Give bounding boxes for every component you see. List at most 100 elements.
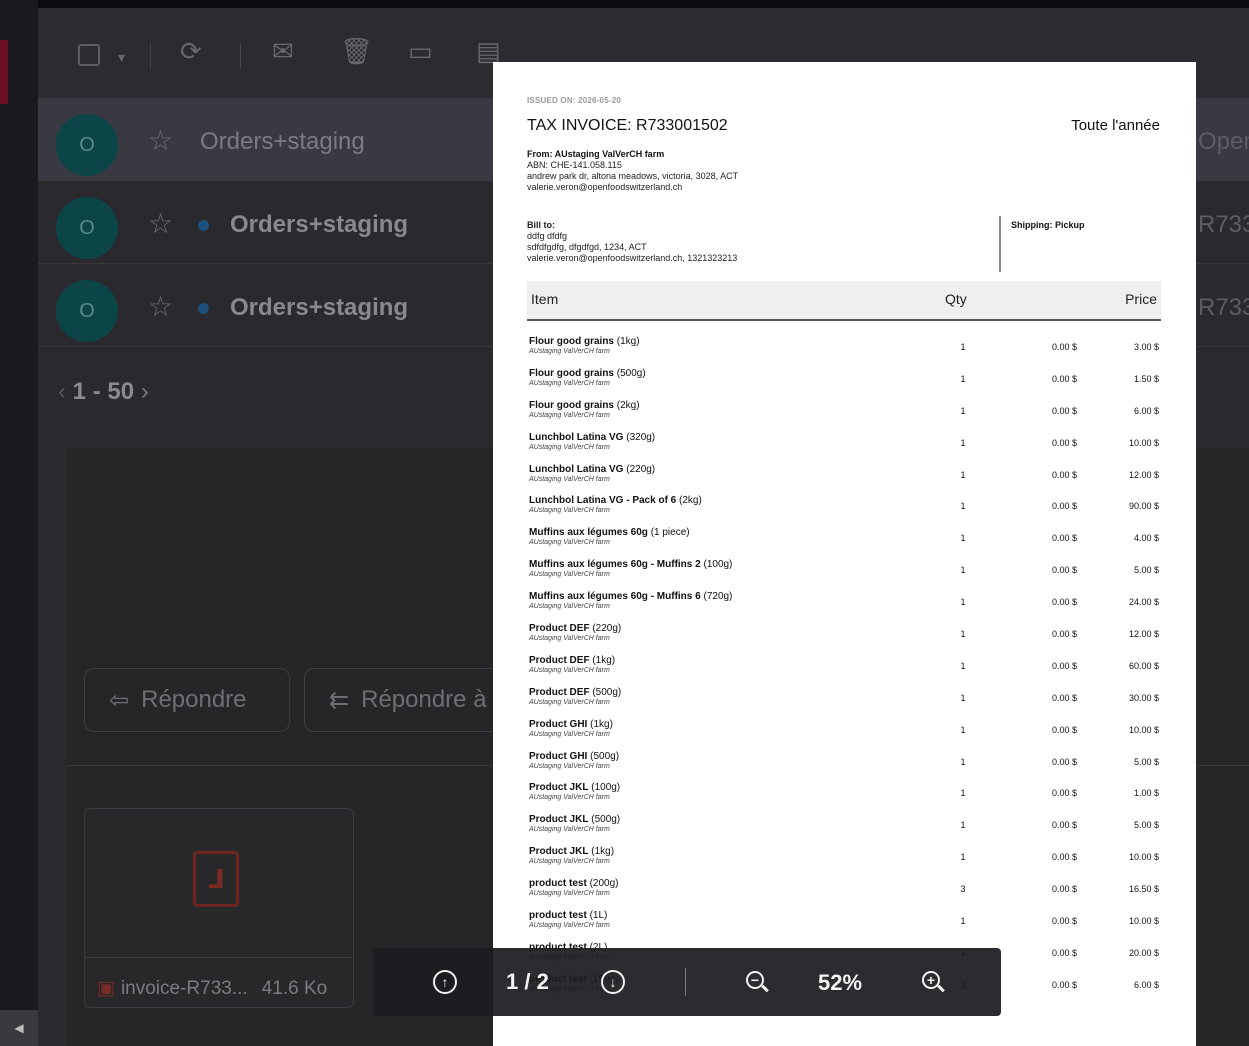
invoice-issued-date: ISSUED ON: 2026-05-20: [527, 96, 622, 105]
item-qty: 1: [960, 469, 966, 480]
item-name-line: Product DEF (220g): [529, 623, 621, 634]
item-price: 20.00 $: [1128, 947, 1159, 958]
reply-button[interactable]: ⇦ Répondre: [84, 668, 290, 732]
item-name: Flour good grains: [529, 367, 614, 379]
from-abn: ABN: CHE-141.058.115: [527, 160, 622, 170]
invoice-table-header: Item Qty Price: [527, 281, 1161, 321]
item-name-line: Product GHI (500g): [529, 751, 619, 762]
item-name: Product JKL: [529, 782, 589, 794]
attachment-card[interactable]: ⅃ ▣ invoice-R733... 41.6 Ko: [84, 808, 354, 1008]
item-qty: 1: [960, 820, 966, 831]
item-qty: 1: [960, 437, 966, 448]
item-price: 16.50 $: [1128, 884, 1159, 895]
invoice-line-item: Product DEF (500g) AUstaging ValVerCH far…: [527, 686, 1161, 718]
item-producer: AUstaging ValVerCH farm: [529, 603, 610, 611]
prev-page-button[interactable]: ↑: [425, 948, 465, 1016]
select-all-checkbox[interactable]: [78, 44, 100, 66]
invoice-period: Toute l'année: [1071, 117, 1160, 134]
item-qty: 1: [960, 342, 966, 352]
item-producer: AUstaging ValVerCH farm: [529, 571, 610, 579]
item-name-line: Muffins aux légumes 60g - Muffins 6 (720…: [529, 591, 732, 602]
item-qty: 1: [960, 501, 966, 512]
avatar: O: [56, 280, 118, 342]
item-name: Product GHI: [529, 718, 588, 730]
bill-address: sdfdfgdfg, dfgdfgd, 1234, ACT: [527, 242, 647, 252]
message-subject: R7330: [1198, 294, 1249, 321]
chevron-left-icon: ◀: [14, 1021, 24, 1035]
avatar: O: [56, 197, 118, 259]
zoom-in-icon: +: [922, 971, 945, 993]
item-variant: (1 piece): [650, 527, 690, 539]
mark-read-icon[interactable]: ✉: [272, 38, 294, 64]
item-variant: (2kg): [679, 495, 702, 507]
message-subject: R7330: [1198, 211, 1249, 238]
item-name-line: Flour good grains (1kg): [529, 336, 640, 347]
item-price: 24.00 $: [1128, 597, 1159, 608]
item-qty: 1: [960, 916, 966, 927]
item-name-line: Lunchbol Latina VG (320g): [529, 432, 655, 443]
viewer-divider: [685, 968, 686, 996]
item-tax: 0.00 $: [1051, 756, 1077, 767]
bill-contact: valerie.veron@openfoodswitzerland.ch, 13…: [527, 253, 738, 263]
item-qty: 1: [960, 533, 966, 544]
invoice-line-item: Flour good grains (1kg) AUstaging ValVerC…: [527, 335, 1161, 367]
item-tax: 0.00 $: [1051, 692, 1077, 703]
message-subject: Open: [1198, 128, 1249, 155]
trash-icon[interactable]: 🗑: [340, 38, 373, 64]
item-qty: 1: [960, 692, 966, 703]
invoice-line-item: Product GHI (1kg) AUstaging ValVerCH farm…: [527, 718, 1161, 750]
sidebar-collapse-toggle[interactable]: ◀: [0, 1010, 38, 1046]
item-tax: 0.00 $: [1051, 501, 1077, 512]
item-qty: 1: [960, 756, 966, 767]
item-tax: 0.00 $: [1051, 979, 1077, 990]
item-name-line: Product GHI (1kg): [529, 719, 613, 730]
col-qty-header: Qty: [945, 291, 967, 307]
chevron-left-icon[interactable]: ‹: [58, 378, 66, 405]
col-item-header: Item: [531, 291, 559, 307]
archive-icon[interactable]: ▤: [476, 38, 501, 64]
invoice-line-item: Product JKL (1kg) AUstaging ValVerCH farm…: [527, 845, 1161, 877]
item-tax: 0.00 $: [1051, 660, 1077, 671]
next-page-button[interactable]: ↓: [593, 948, 633, 1016]
zoom-in-button[interactable]: +: [913, 948, 953, 1016]
arrow-up-circle-icon: ↑: [433, 970, 457, 994]
item-price: 1.00 $: [1133, 788, 1159, 799]
item-name-line: Muffins aux légumes 60g - Muffins 2 (100…: [529, 559, 732, 570]
chevron-right-icon[interactable]: ›: [141, 378, 149, 405]
move-folder-icon[interactable]: ▭: [408, 38, 433, 64]
zoom-out-button[interactable]: −: [737, 948, 777, 1016]
invoice-line-item: Product JKL (500g) AUstaging ValVerCH far…: [527, 813, 1161, 845]
item-variant: (100g): [703, 559, 733, 571]
item-price: 6.00 $: [1133, 405, 1159, 416]
left-sidebar-strip: [0, 0, 38, 1046]
item-qty: 1: [960, 629, 966, 640]
item-name: Product DEF: [529, 686, 590, 698]
item-producer: AUstaging ValVerCH farm: [529, 858, 610, 866]
chevron-down-icon[interactable]: ▾: [118, 44, 125, 70]
zoom-level: 52%: [818, 970, 863, 995]
item-tax: 0.00 $: [1051, 629, 1077, 640]
star-icon[interactable]: ☆: [148, 124, 173, 157]
item-price: 12.00 $: [1128, 629, 1159, 640]
pdf-file-icon: ⅃: [193, 851, 239, 907]
item-qty: 1: [960, 597, 966, 608]
star-icon[interactable]: ☆: [148, 290, 173, 323]
item-price: 5.00 $: [1133, 565, 1159, 576]
invoice-line-item: Lunchbol Latina VG (220g) AUstaging ValVe…: [527, 463, 1161, 495]
item-price: 12.00 $: [1128, 469, 1159, 480]
item-variant: (200g): [589, 878, 619, 890]
item-qty: 1: [960, 660, 966, 671]
item-name-line: Lunchbol Latina VG - Pack of 6 (2kg): [529, 495, 702, 506]
pdf-small-icon: ▣: [97, 978, 115, 999]
item-producer: AUstaging ValVerCH farm: [529, 379, 610, 387]
item-qty: 3: [960, 884, 966, 895]
item-tax: 0.00 $: [1051, 405, 1077, 416]
item-variant: (1L): [589, 910, 608, 922]
avatar: O: [56, 114, 118, 176]
item-producer: AUstaging ValVerCH farm: [529, 507, 610, 515]
item-price: 30.00 $: [1128, 692, 1159, 703]
refresh-icon[interactable]: ⟳: [180, 38, 202, 64]
item-name: Muffins aux légumes 60g: [529, 527, 648, 539]
star-icon[interactable]: ☆: [148, 207, 173, 240]
toolbar-divider: [240, 43, 241, 69]
